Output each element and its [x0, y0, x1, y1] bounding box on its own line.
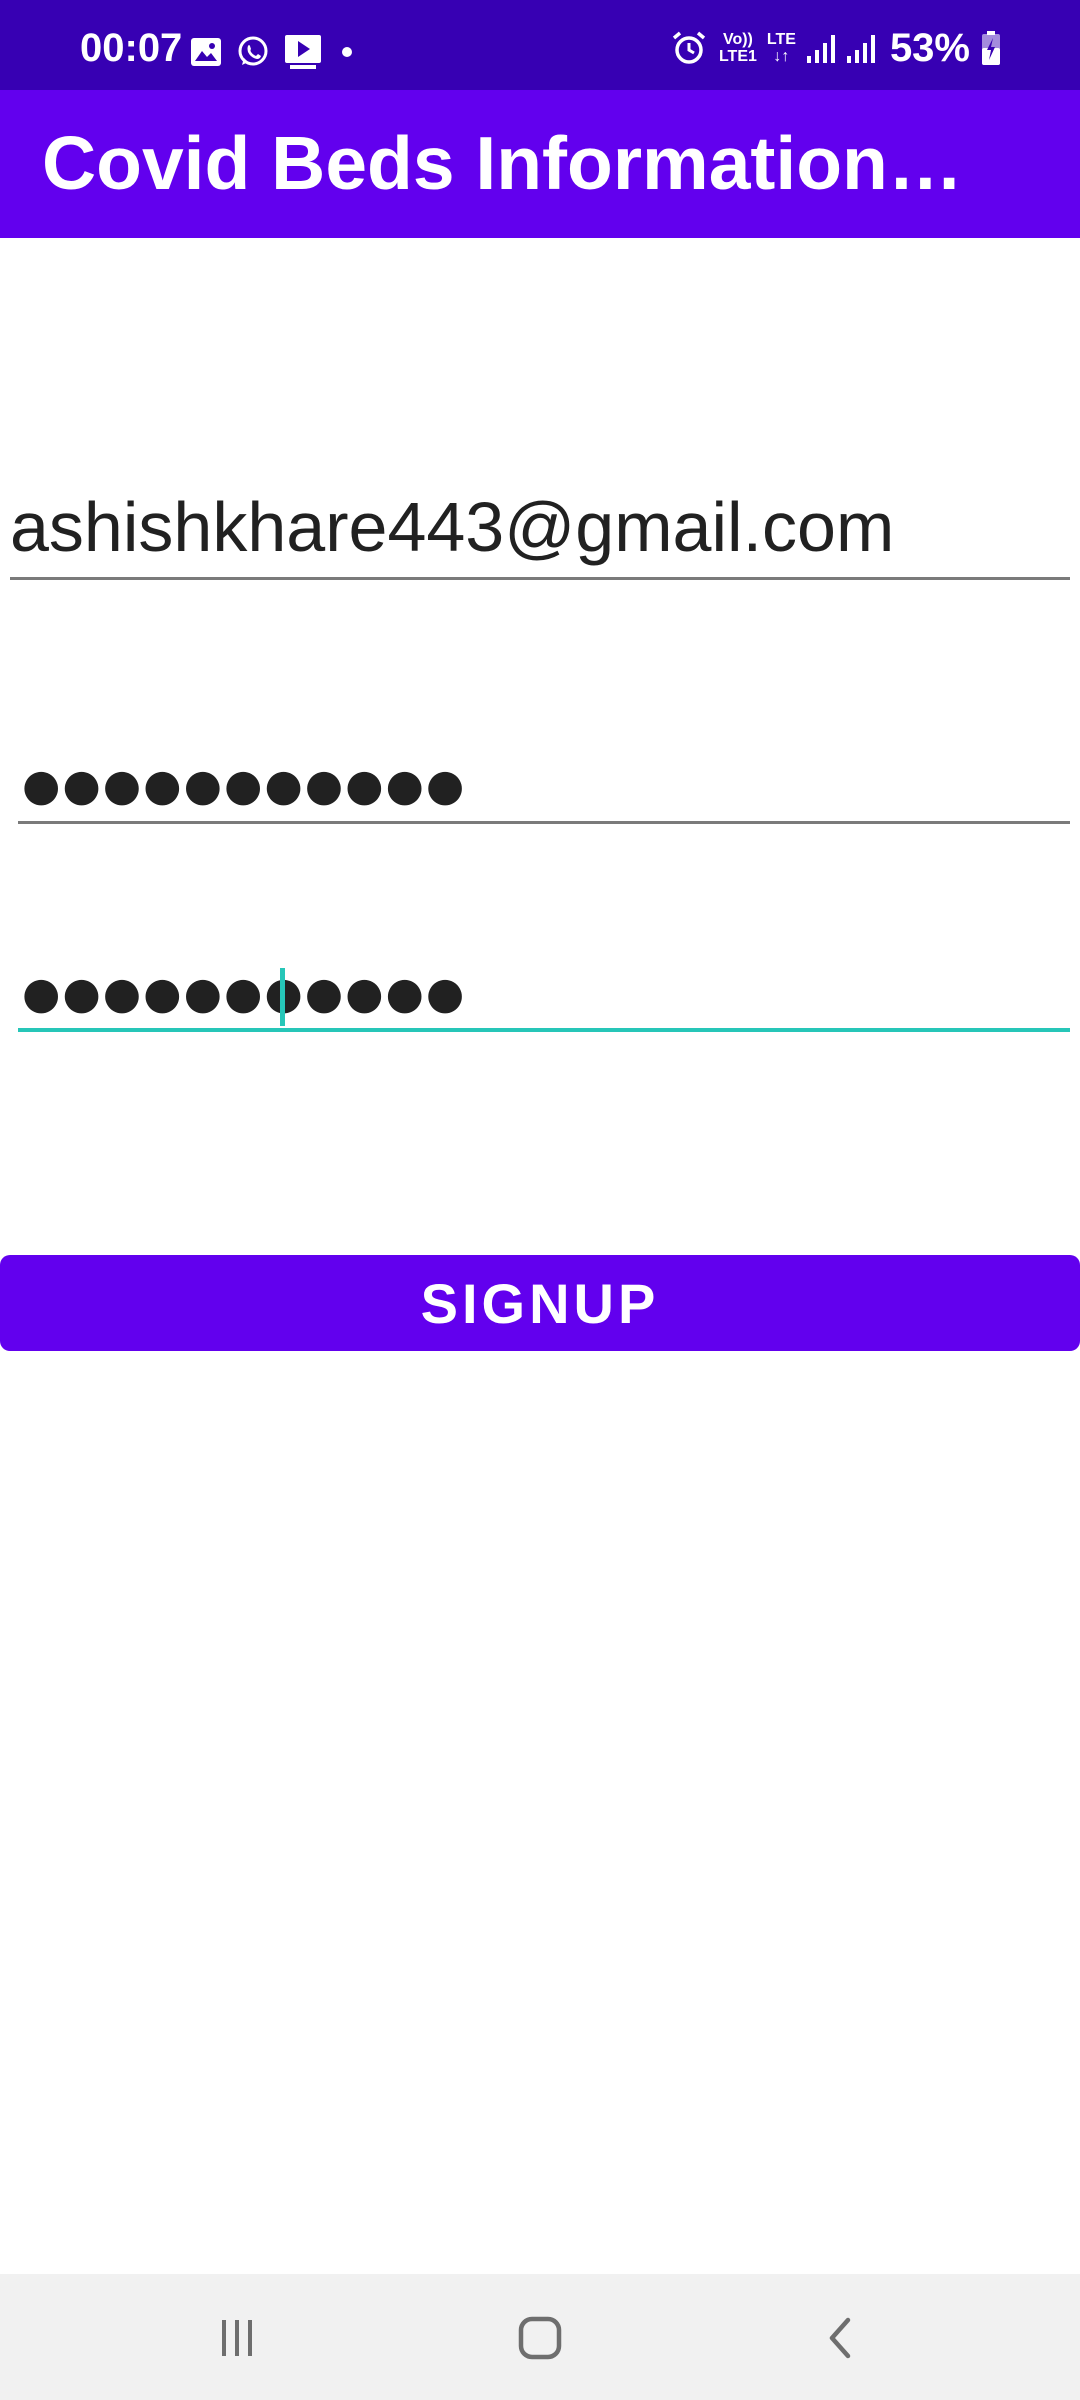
password-field-value: ●●●●●●●●●●● [22, 760, 467, 811]
status-time: 00:07 [80, 26, 183, 70]
email-field[interactable]: ashishkhare443@gmail.com [10, 492, 1070, 580]
email-field-value: ashishkhare443@gmail.com [10, 488, 895, 566]
text-cursor [280, 968, 285, 1026]
recent-apps-icon [222, 2320, 252, 2356]
app-title: Covid Beds Information… [42, 126, 963, 201]
signal-icon [806, 35, 835, 63]
whatsapp-icon [238, 36, 268, 66]
media-icon [285, 35, 321, 69]
recent-apps-button[interactable] [207, 2308, 267, 2368]
notification-dot-icon [342, 47, 352, 57]
lte-indicator: LTE ↓↑ [766, 31, 796, 65]
status-left-icons [190, 34, 352, 70]
status-bar: 00:07 Vo)) LTE1 LTE ↓↑ 53% [0, 0, 1080, 90]
alarm-icon [672, 31, 706, 64]
password-field[interactable]: ●●●●●●●●●●● [18, 740, 1070, 824]
signup-button[interactable]: SIGNUP [0, 1255, 1080, 1351]
confirm-password-field[interactable]: ●●●●●●●●●●● [18, 948, 1070, 1032]
status-right-icons: Vo)) LTE1 LTE ↓↑ 53% [661, 28, 1002, 68]
home-icon [518, 2316, 562, 2360]
battery-charging-icon [982, 31, 1000, 65]
signal-icon [846, 35, 875, 63]
back-button[interactable] [810, 2308, 870, 2368]
home-button[interactable] [510, 2308, 570, 2368]
app-bar: Covid Beds Information… [0, 90, 1080, 238]
back-icon [829, 2317, 851, 2359]
data-arrows-icon: ↓↑ [773, 48, 790, 65]
navigation-bar [0, 2274, 1080, 2400]
volte-indicator: Vo)) LTE1 [718, 31, 757, 65]
confirm-password-field-value: ●●●●●●●●●●● [22, 968, 467, 1019]
signup-screen: 00:07 Vo)) LTE1 LTE ↓↑ 53% Covid Beds In… [0, 0, 1080, 2400]
battery-percent: 53% [889, 26, 970, 70]
gallery-icon [191, 38, 221, 66]
